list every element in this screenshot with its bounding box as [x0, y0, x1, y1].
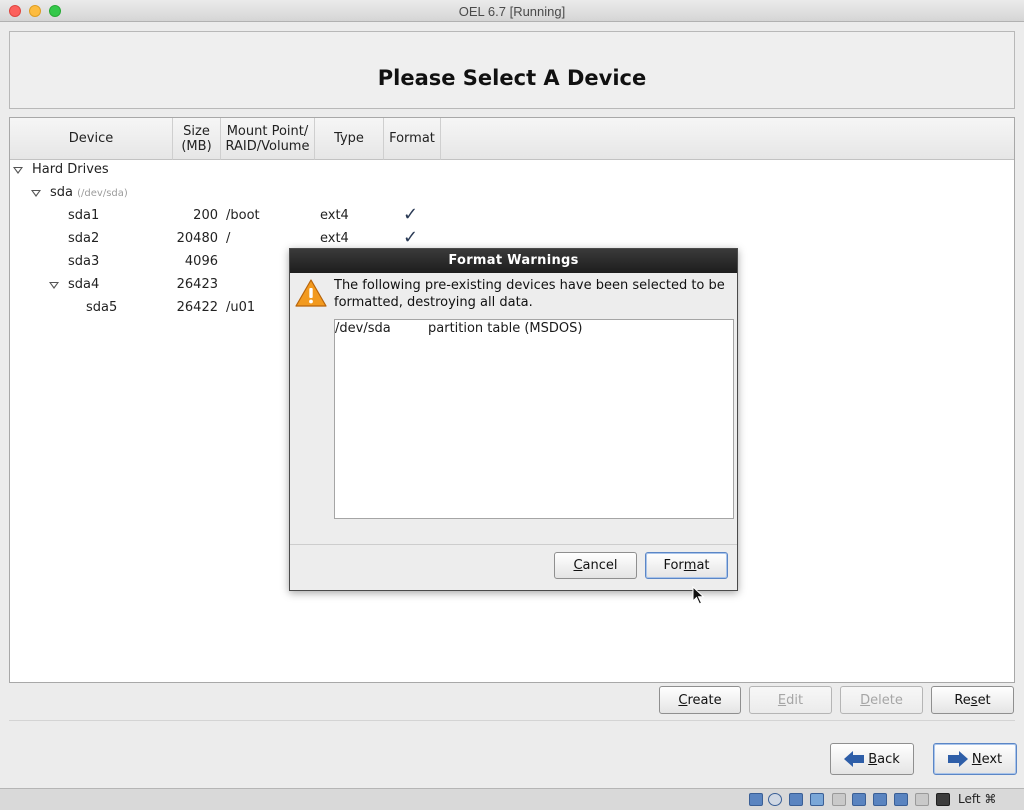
host-key-label: Left ⌘: [958, 792, 997, 806]
partition-type: ext4: [320, 231, 349, 246]
vm-statusbar: Left ⌘: [0, 788, 1024, 810]
expander-collapse-icon[interactable]: [31, 190, 41, 197]
window-titlebar: OEL 6.7 [Running]: [0, 0, 1024, 22]
display-icon[interactable]: [852, 793, 866, 806]
back-button[interactable]: Back: [830, 743, 914, 775]
tree-disk-sda[interactable]: sda (/dev/sda): [50, 181, 128, 204]
partition-name[interactable]: sda1: [68, 204, 99, 227]
tree-group-hard-drives[interactable]: Hard Drives: [32, 158, 109, 181]
reset-button[interactable]: Re s et: [931, 686, 1014, 714]
next-arrow-icon: [947, 751, 968, 767]
mouse-cursor-icon: [692, 586, 705, 605]
partition-size: 26423: [176, 277, 218, 292]
warning-icon: [295, 279, 327, 307]
partition-name[interactable]: sda2: [68, 227, 99, 250]
list-item-description: partition table (MSDOS): [428, 321, 583, 336]
back-arrow-icon: [844, 751, 865, 767]
list-item-device[interactable]: /dev/sda: [335, 320, 391, 338]
partition-name[interactable]: sda3: [68, 250, 99, 273]
window-title: OEL 6.7 [Running]: [458, 4, 566, 19]
column-header-mount[interactable]: Mount Point/RAID/Volume: [221, 118, 315, 160]
expander-collapse-icon[interactable]: [49, 282, 59, 289]
guest-additions-icon[interactable]: [894, 793, 908, 806]
partition-size: 26422: [176, 300, 218, 315]
hard-disk-icon[interactable]: [749, 793, 763, 806]
formatted-devices-list[interactable]: /dev/sda partition table (MSDOS): [334, 319, 734, 519]
column-header-type[interactable]: Type: [315, 118, 384, 160]
dialog-title: Format Warnings: [290, 249, 737, 273]
dialog-message: The following pre-existing devices have …: [334, 278, 725, 310]
format-button[interactable]: For m at: [645, 552, 728, 579]
create-button[interactable]: Create: [659, 686, 741, 714]
header-panel: Please Select A Device: [9, 31, 1015, 109]
partition-size: 200: [193, 208, 218, 223]
dialog-divider: [290, 544, 737, 545]
column-header-device[interactable]: Device: [10, 118, 173, 160]
usb-icon[interactable]: [789, 793, 803, 806]
next-button[interactable]: Next: [933, 743, 1017, 775]
format-check-icon: ✓: [403, 227, 419, 248]
optical-drive-icon[interactable]: [768, 793, 782, 806]
cancel-button[interactable]: Cancel: [554, 552, 637, 579]
format-check-icon: ✓: [403, 204, 419, 225]
partition-size: 20480: [176, 231, 218, 246]
column-header-size[interactable]: Size (MB): [173, 118, 221, 160]
shared-folder-icon[interactable]: [810, 793, 824, 806]
delete-button[interactable]: Delete: [840, 686, 923, 714]
partition-size: 4096: [184, 254, 218, 269]
keyboard-capture-icon[interactable]: [936, 793, 950, 806]
mouse-integration-icon[interactable]: [915, 793, 929, 806]
video-capture-icon[interactable]: [873, 793, 887, 806]
partition-type: ext4: [320, 208, 349, 223]
expander-collapse-icon[interactable]: [13, 167, 23, 174]
partition-name[interactable]: sda4: [68, 273, 99, 296]
network-icon[interactable]: [832, 793, 846, 806]
partition-name[interactable]: sda5: [86, 296, 117, 319]
column-header-format[interactable]: Format: [384, 118, 441, 160]
vm-display: Please Select A Device Device Size (MB) M…: [0, 22, 1024, 788]
column-header-filler: [441, 118, 1014, 160]
partition-mount: /: [226, 231, 231, 246]
partition-mount: /u01: [226, 300, 256, 315]
divider: [9, 720, 1015, 721]
partition-mount: /boot: [226, 208, 260, 223]
page-title: Please Select A Device: [377, 66, 647, 90]
format-warnings-dialog: Format Warnings The following pre-existi…: [289, 248, 738, 591]
edit-button[interactable]: Edit: [749, 686, 832, 714]
